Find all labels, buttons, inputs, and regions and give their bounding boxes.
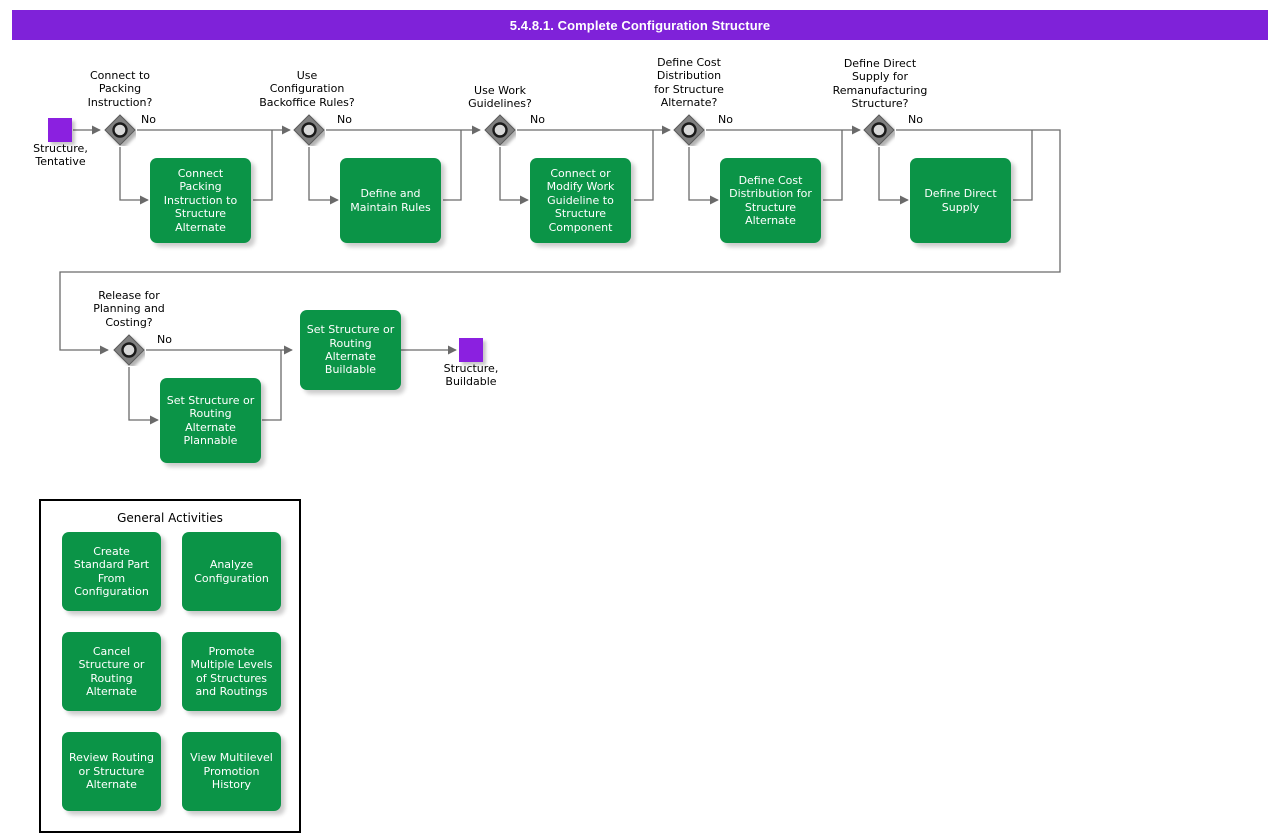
activity-define-direct-supply[interactable]: Define Direct Supply [910, 158, 1011, 243]
decision-diamond-icon [673, 114, 705, 146]
activity-connect-or-modify-work-guideline-to-structure-component[interactable]: Connect or Modify Work Guideline to Stru… [530, 158, 631, 243]
terminator-structure-tentative[interactable] [48, 118, 72, 142]
decision-connect-to-packing-instruction[interactable] [104, 114, 136, 146]
edge-label-no-3: No [530, 113, 545, 126]
page-title: 5.4.8.1. Complete Configuration Structur… [509, 17, 771, 33]
activity-connect-packing-instruction-to-structure-alternate[interactable]: Connect Packing Instruction to Structure… [150, 158, 251, 243]
edge-label-no-1: No [141, 113, 156, 126]
general-activities-group: General Activities Create Standard Part … [39, 499, 301, 833]
decision-diamond-icon [863, 114, 895, 146]
decision-release-for-planning-and-costing-label: Release for Planning and Costing? [93, 289, 165, 329]
edge-label-no-6: No [157, 333, 172, 346]
edge-label-no-4: No [718, 113, 733, 126]
decision-use-work-guidelines[interactable] [484, 114, 516, 146]
activity-create-standard-part-from-configuration[interactable]: Create Standard Part From Configuration [62, 532, 161, 611]
general-activities-title: General Activities [117, 511, 223, 525]
edge-label-no-2: No [337, 113, 352, 126]
activity-analyze-configuration[interactable]: Analyze Configuration [182, 532, 281, 611]
decision-diamond-icon [484, 114, 516, 146]
decision-use-configuration-backoffice-rules-label: Use Configuration Backoffice Rules? [259, 69, 355, 109]
decision-release-for-planning-and-costing[interactable] [113, 334, 145, 366]
activity-set-structure-or-routing-alternate-plannable[interactable]: Set Structure or Routing Alternate Plann… [160, 378, 261, 463]
activity-review-routing-or-structure-alternate[interactable]: Review Routing or Structure Alternate [62, 732, 161, 811]
terminator-structure-buildable-label: Structure, Buildable [443, 362, 499, 389]
activity-define-and-maintain-rules[interactable]: Define and Maintain Rules [340, 158, 441, 243]
decision-define-direct-supply-for-remanufacturing-structure[interactable] [863, 114, 895, 146]
diagram-title-bar: 5.4.8.1. Complete Configuration Structur… [12, 10, 1268, 40]
decision-connect-to-packing-instruction-label: Connect to Packing Instruction? [87, 69, 153, 109]
terminator-structure-buildable[interactable] [459, 338, 483, 362]
decision-use-configuration-backoffice-rules[interactable] [293, 114, 325, 146]
decision-diamond-icon [104, 114, 136, 146]
terminator-structure-tentative-label: Structure, Tentative [33, 142, 88, 169]
activity-set-structure-or-routing-alternate-buildable[interactable]: Set Structure or Routing Alternate Build… [300, 310, 401, 390]
activity-view-multilevel-promotion-history[interactable]: View Multilevel Promotion History [182, 732, 281, 811]
edge-label-no-5: No [908, 113, 923, 126]
decision-diamond-icon [113, 334, 145, 366]
decision-define-direct-supply-for-remanufacturing-structure-label: Define Direct Supply for Remanufacturing… [832, 57, 928, 111]
diagram-canvas: 5.4.8.1. Complete Configuration Structur… [0, 0, 1280, 840]
activity-promote-multiple-levels-of-structures-and-routings[interactable]: Promote Multiple Levels of Structures an… [182, 632, 281, 711]
decision-use-work-guidelines-label: Use Work Guidelines? [468, 84, 532, 111]
activity-define-cost-distribution-for-structure-alternate[interactable]: Define Cost Distribution for Structure A… [720, 158, 821, 243]
activity-cancel-structure-or-routing-alternate[interactable]: Cancel Structure or Routing Alternate [62, 632, 161, 711]
decision-diamond-icon [293, 114, 325, 146]
decision-define-cost-distribution-for-structure-alternate[interactable] [673, 114, 705, 146]
decision-define-cost-distribution-for-structure-alternate-label: Define Cost Distribution for Structure A… [654, 56, 724, 110]
